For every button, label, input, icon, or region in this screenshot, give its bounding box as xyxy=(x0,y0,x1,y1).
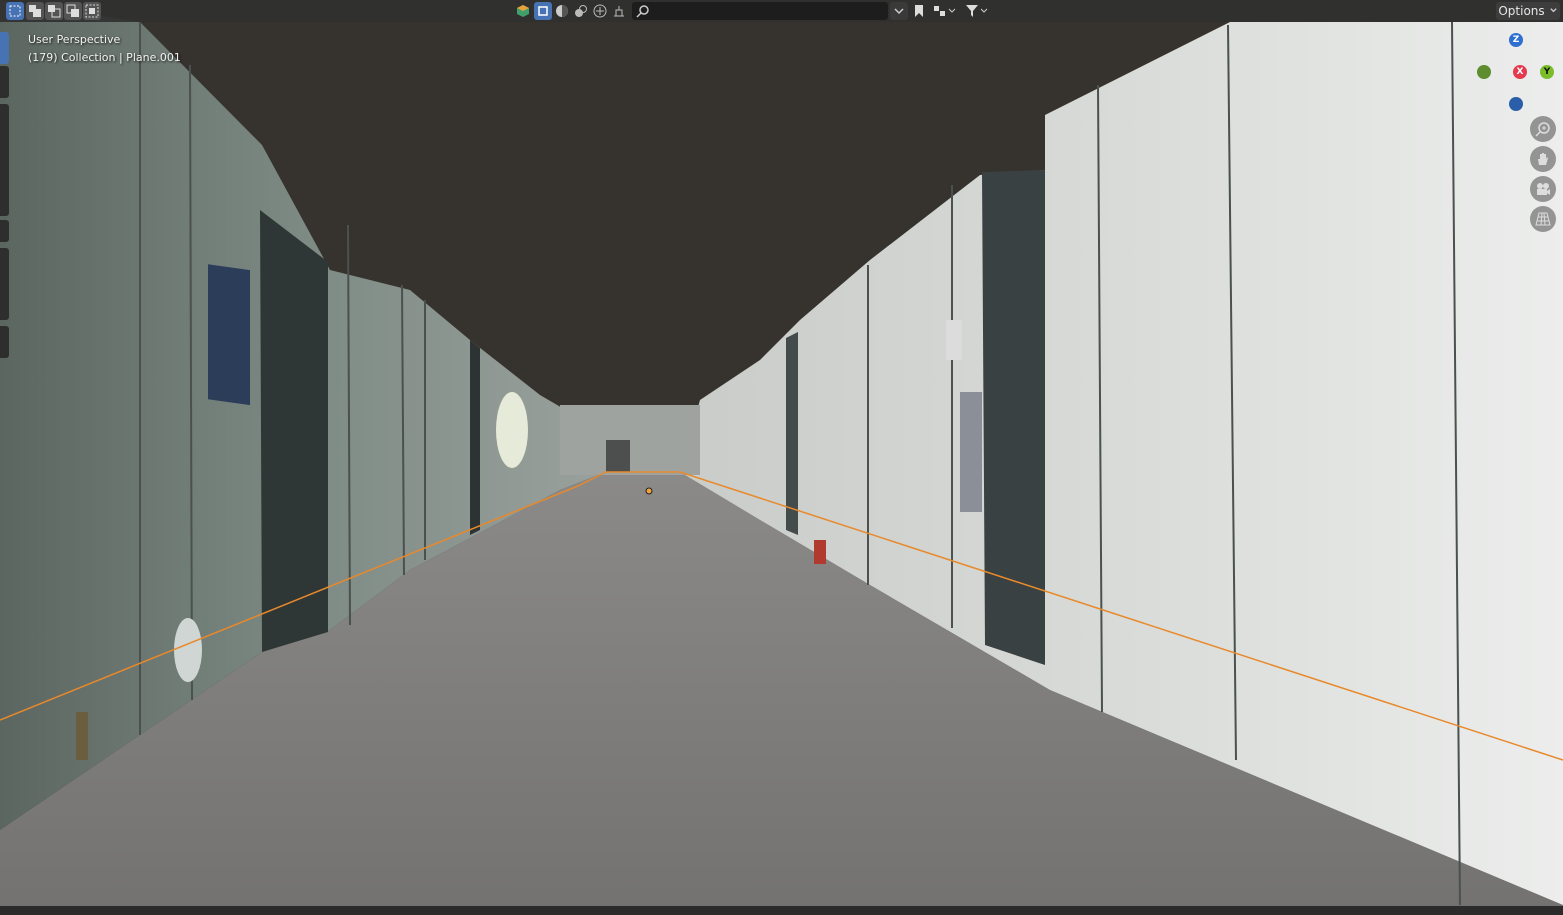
viewport-info: User Perspective (179) Collection | Plan… xyxy=(28,31,181,67)
bookmark-icon[interactable] xyxy=(910,2,928,20)
overlay-icon[interactable] xyxy=(572,2,590,20)
gizmo-x-axis[interactable]: X xyxy=(1513,65,1527,79)
options-label: Options xyxy=(1498,4,1545,18)
gizmo-z-axis[interactable]: Z xyxy=(1509,33,1523,47)
mode-difference-icon[interactable] xyxy=(64,2,82,20)
context-label: (179) Collection | Plane.001 xyxy=(28,51,181,64)
object-type-icon[interactable] xyxy=(514,2,532,20)
mode-subtract-icon[interactable] xyxy=(45,2,63,20)
chevron-down-icon xyxy=(1549,4,1558,18)
selectable-icon[interactable] xyxy=(534,2,552,20)
navigation-gizmo[interactable]: Z X Y xyxy=(1470,28,1563,232)
tool-select[interactable] xyxy=(0,32,9,64)
corridor-scene xyxy=(0,0,1563,915)
camera-icon[interactable] xyxy=(1530,176,1556,202)
gizmo-neg-z-axis[interactable] xyxy=(1509,97,1523,111)
search-input[interactable] xyxy=(632,2,888,20)
gizmo-y-axis[interactable]: Y xyxy=(1540,65,1554,79)
viewport-header: Options xyxy=(0,0,1563,22)
pan-hand-icon[interactable] xyxy=(1530,146,1556,172)
visibility-icon[interactable] xyxy=(591,2,609,20)
grid-view-icon[interactable] xyxy=(1530,206,1556,232)
right-sign xyxy=(946,320,962,360)
filter-icon[interactable] xyxy=(962,2,992,20)
right-door-2 xyxy=(786,332,798,535)
tool-measure-group[interactable] xyxy=(0,248,9,320)
object-origin xyxy=(645,487,653,495)
left-wall-blob xyxy=(496,392,528,468)
tool-add-cube[interactable] xyxy=(0,326,9,358)
mode-extend-icon[interactable] xyxy=(26,2,44,20)
fire-extinguisher xyxy=(814,540,826,564)
hierarchy-icon[interactable] xyxy=(930,2,960,20)
toolbar xyxy=(0,30,10,360)
zoom-icon[interactable] xyxy=(1530,116,1556,142)
left-wall-object xyxy=(174,618,202,682)
left-wall-outlet xyxy=(76,712,88,760)
view-name: User Perspective xyxy=(28,33,121,46)
right-door-1 xyxy=(982,170,1045,665)
right-notice xyxy=(960,392,982,512)
select-box-icon[interactable] xyxy=(6,2,24,20)
mode-intersect-icon[interactable] xyxy=(83,2,101,20)
tool-annotate[interactable] xyxy=(0,220,9,242)
tool-cursor[interactable] xyxy=(0,66,9,98)
3d-viewport[interactable] xyxy=(0,0,1563,915)
layout-icon[interactable] xyxy=(610,2,628,20)
search-icon xyxy=(636,4,650,21)
status-bar xyxy=(0,906,1563,915)
far-door xyxy=(606,440,630,472)
left-door-1 xyxy=(260,210,328,652)
options-dropdown[interactable]: Options xyxy=(1496,2,1560,20)
viewport-shading-icon[interactable] xyxy=(553,2,571,20)
left-door-2 xyxy=(470,340,480,535)
chevron-down-icon[interactable] xyxy=(890,2,908,20)
tool-transform-group[interactable] xyxy=(0,104,9,216)
left-notice xyxy=(208,264,250,406)
gizmo-neg-y-axis[interactable] xyxy=(1477,65,1491,79)
